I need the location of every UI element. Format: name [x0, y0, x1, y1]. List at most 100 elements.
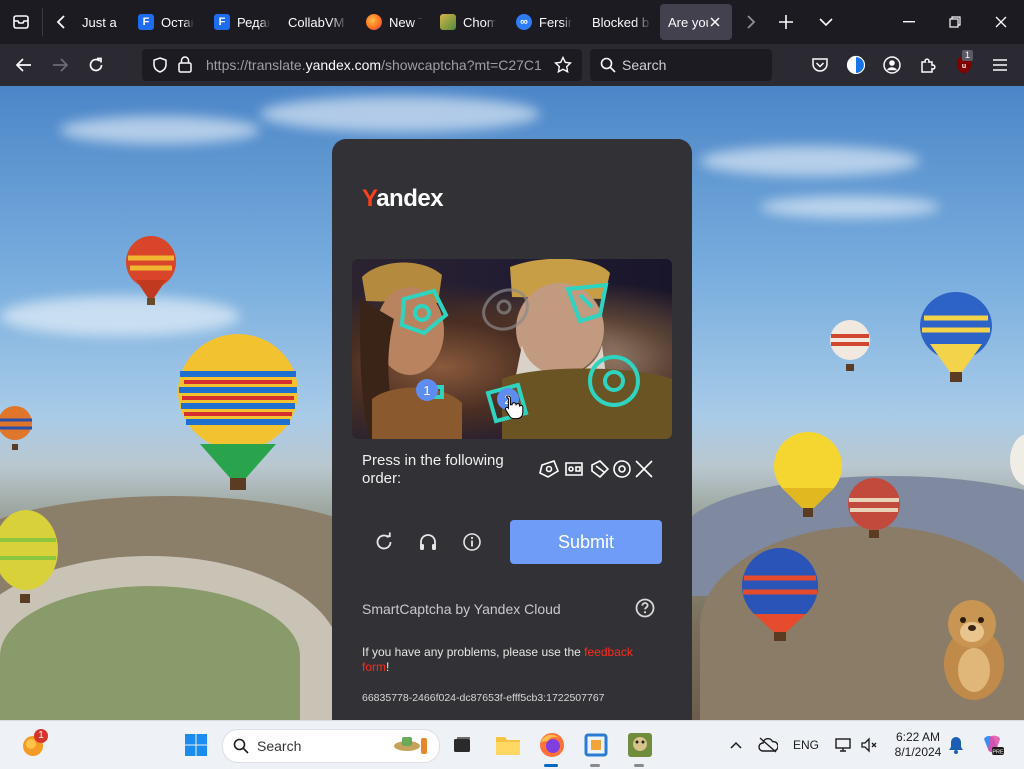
network-button[interactable] [832, 721, 856, 769]
plus-icon [779, 15, 793, 29]
system-clock[interactable]: 6:22 AM 8/1/2024 [888, 730, 948, 760]
forward-button[interactable] [46, 44, 74, 86]
clock-date: 8/1/2024 [894, 745, 942, 759]
cloud [60, 116, 260, 144]
list-all-tabs-button[interactable] [812, 0, 840, 44]
tab-just-a[interactable]: Just a [74, 4, 134, 40]
chevron-up-icon [730, 741, 742, 749]
tab-blocked[interactable]: Blocked b [582, 4, 652, 40]
captcha-artwork: 1 2 [360, 259, 672, 439]
network-icon [835, 738, 851, 752]
close-tab-icon[interactable] [710, 15, 720, 30]
sequence-glyph-5-icon [635, 460, 653, 478]
audio-challenge-button[interactable] [416, 530, 440, 554]
tab-ostan[interactable]: F Остан [128, 4, 194, 40]
search-bar[interactable]: Search [590, 49, 772, 81]
pocket-icon [812, 58, 828, 72]
tab-collabvm[interactable]: CollabVM [278, 4, 348, 40]
search-placeholder: Search [622, 57, 667, 73]
widgets-button[interactable]: 1 [18, 721, 48, 769]
page-content: Yandex 1 Press in the following order: S… [0, 86, 1024, 720]
input-language-indicator[interactable]: ENG [790, 721, 822, 769]
running-indicator [634, 764, 644, 767]
help-icon[interactable] [635, 598, 655, 618]
task-view-button[interactable] [448, 721, 476, 769]
lock-icon[interactable] [178, 56, 192, 78]
submit-button[interactable]: Submit [510, 520, 662, 564]
start-button[interactable] [180, 721, 212, 769]
onedrive-button[interactable] [756, 721, 780, 769]
firefox-taskbar-button[interactable] [536, 721, 568, 769]
puzzle-icon [921, 58, 936, 73]
pocket-button[interactable] [808, 44, 832, 86]
tab-redak[interactable]: F Редак [204, 4, 270, 40]
restore-icon [949, 16, 961, 28]
search-icon [233, 738, 249, 754]
tab-label: Chom [463, 14, 496, 30]
new-tab-button[interactable] [772, 0, 800, 44]
account-icon [883, 56, 901, 74]
scroll-tabs-left-button[interactable] [50, 0, 74, 44]
file-explorer-button[interactable] [492, 721, 524, 769]
chevron-right-icon [747, 15, 756, 29]
dark-reader-button[interactable] [844, 44, 868, 86]
copilot-button[interactable]: PRE [978, 721, 1006, 769]
close-window-button[interactable] [984, 0, 1018, 44]
firefox-icon [366, 14, 382, 30]
search-highlight-icon [394, 737, 427, 754]
back-button[interactable] [10, 44, 38, 86]
cloud [260, 96, 540, 132]
tab-overview-button[interactable] [6, 0, 36, 44]
tab-label: CollabVM [288, 14, 345, 30]
necklace-shape [372, 387, 462, 439]
arrow-left-icon [16, 58, 31, 72]
notification-badge: 1 [34, 729, 48, 743]
refresh-icon [376, 532, 392, 550]
remote-app-button[interactable] [580, 721, 612, 769]
hot-air-balloon [920, 292, 992, 382]
hot-air-balloon [1010, 434, 1024, 486]
windows-taskbar: 1 Search ENG 6:22 AM 8/1/2024 PRE [0, 720, 1024, 769]
refresh-button[interactable] [372, 530, 396, 554]
tab-label: Редак [237, 14, 270, 30]
tab-chom[interactable]: Chom [430, 4, 496, 40]
close-icon [995, 16, 1007, 28]
show-hidden-icons-button[interactable] [726, 721, 746, 769]
sequence-glyph-2-icon [565, 462, 583, 476]
cloud [700, 146, 920, 176]
yandex-logo: Yandex [362, 185, 444, 213]
notifications-button[interactable] [946, 721, 966, 769]
tab-fersin[interactable]: ∞ Fersin [506, 4, 572, 40]
ublock-button[interactable]: u 1 [952, 44, 976, 86]
reload-button[interactable] [82, 44, 110, 86]
tab-label: Остан [161, 14, 194, 30]
extension-badge: 1 [962, 50, 974, 61]
address-bar[interactable]: https://translate.yandex.com/showcaptcha… [142, 49, 582, 81]
minimize-button[interactable] [892, 0, 926, 44]
tab-are-you[interactable]: Are you [660, 4, 732, 40]
bookmark-star-icon[interactable] [553, 55, 573, 79]
tab-label: Are you [668, 14, 708, 30]
url-suffix: /showcaptcha?mt=C27C1 [381, 57, 542, 73]
game-taskbar-button[interactable] [624, 721, 656, 769]
hot-air-balloon [742, 548, 818, 641]
link-icon: ∞ [516, 14, 532, 30]
shield-icon[interactable] [152, 57, 168, 78]
captcha-image[interactable]: 1 2 [352, 259, 672, 439]
request-token: 66835778-2466f024-dc87653f-efff5cb3:1722… [362, 692, 605, 704]
taskbar-search-placeholder: Search [257, 738, 302, 754]
captcha-brand: SmartCaptcha by Yandex Cloud [362, 601, 561, 617]
tab-new-tab[interactable]: New T [356, 4, 422, 40]
account-button[interactable] [880, 44, 904, 86]
info-button[interactable] [460, 530, 484, 554]
extensions-button[interactable] [916, 44, 940, 86]
restore-button[interactable] [938, 0, 972, 44]
scroll-tabs-right-button[interactable] [738, 0, 762, 44]
taskbar-search-input[interactable]: Search [222, 729, 440, 763]
url-text[interactable]: https://translate.yandex.com/showcaptcha… [206, 57, 546, 73]
svg-text:u: u [962, 63, 966, 70]
doc-icon: F [138, 14, 154, 30]
menu-button[interactable] [988, 44, 1012, 86]
clock-time: 6:22 AM [895, 730, 941, 744]
volume-button[interactable] [858, 721, 880, 769]
